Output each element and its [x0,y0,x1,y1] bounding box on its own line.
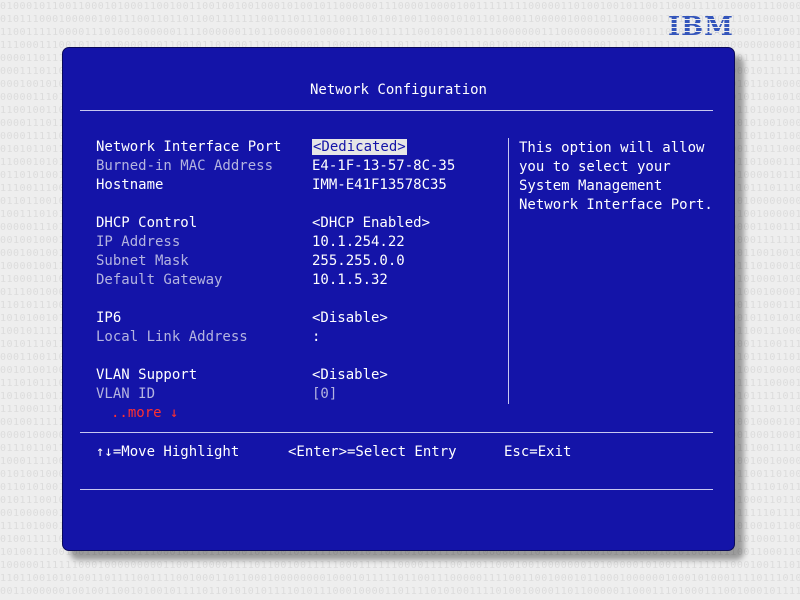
subnet-mask-value: 255.255.0.0 [312,253,405,269]
dhcp-control-label: DHCP Control [96,215,198,231]
more-indicator[interactable]: ..more ↓ [111,405,178,421]
local-link-address-label: Local Link Address [96,329,248,345]
network-interface-port-select[interactable]: <Dedicated> [312,139,407,155]
network-configuration-panel: Network Configuration Network Interface … [62,47,735,551]
default-gateway-label: Default Gateway [96,272,223,288]
footer-move-hint: ↑↓=Move Highlight [96,444,240,460]
ip6-label: IP6 [96,310,122,326]
footer-select-hint: <Enter>=Select Entry [288,444,457,460]
subnet-mask-label: Subnet Mask [96,253,189,269]
burned-in-mac-label: Burned-in MAC Address [96,158,274,174]
hostname-field[interactable]: IMM-E41F13578C35 [312,177,447,193]
vlan-support-select[interactable]: <Disable> [312,367,388,383]
ip6-select[interactable]: <Disable> [312,310,388,326]
vlan-id-label: VLAN ID [96,386,156,402]
ibm-logo: IBM [668,12,734,42]
footer-top-divider [80,432,713,433]
footer-exit-hint: Esc=Exit [504,444,572,460]
hostname-label: Hostname [96,177,164,193]
ip-address-value: 10.1.254.22 [312,234,405,250]
title-divider [80,110,713,111]
dhcp-control-select[interactable]: <DHCP Enabled> [312,215,430,231]
network-interface-port-label: Network Interface Port [96,139,282,155]
vlan-support-label: VLAN Support [96,367,198,383]
help-divider [508,138,509,404]
vlan-id-field[interactable]: [0] [312,386,337,402]
page-title: Network Configuration [309,82,487,98]
help-text: This option will allow you to select you… [519,140,713,213]
burned-in-mac-value: E4-1F-13-57-8C-35 [312,158,456,174]
default-gateway-value: 10.1.5.32 [312,272,388,288]
footer-bottom-divider [80,489,713,490]
ip-address-label: IP Address [96,234,181,250]
local-link-address-value: : [312,329,321,345]
